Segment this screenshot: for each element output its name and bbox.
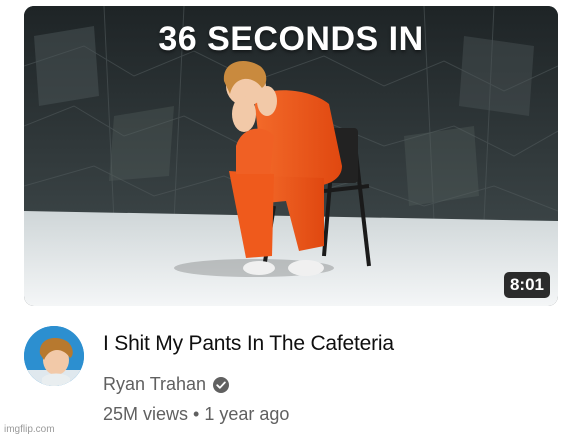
video-thumbnail[interactable]: 36 SECONDS IN 8:01 xyxy=(24,6,558,306)
video-metadata: I Shit My Pants In The Cafeteria Ryan Tr… xyxy=(24,326,558,436)
watermark: imgflip.com xyxy=(4,424,55,435)
avatar-image xyxy=(24,326,84,386)
thumbnail-overlay-text: 36 SECONDS IN xyxy=(158,20,424,58)
video-stats: 25M views • 1 year ago xyxy=(103,404,289,425)
video-title[interactable]: I Shit My Pants In The Cafeteria xyxy=(103,332,543,356)
channel-name[interactable]: Ryan Trahan xyxy=(103,374,206,395)
video-duration-badge: 8:01 xyxy=(503,272,550,298)
channel-avatar[interactable] xyxy=(24,326,84,386)
stats-separator: • xyxy=(193,404,200,424)
channel-row[interactable]: Ryan Trahan xyxy=(103,374,230,395)
upload-age: 1 year ago xyxy=(204,404,290,424)
verified-check-icon xyxy=(212,376,230,394)
view-count: 25M views xyxy=(103,404,189,424)
